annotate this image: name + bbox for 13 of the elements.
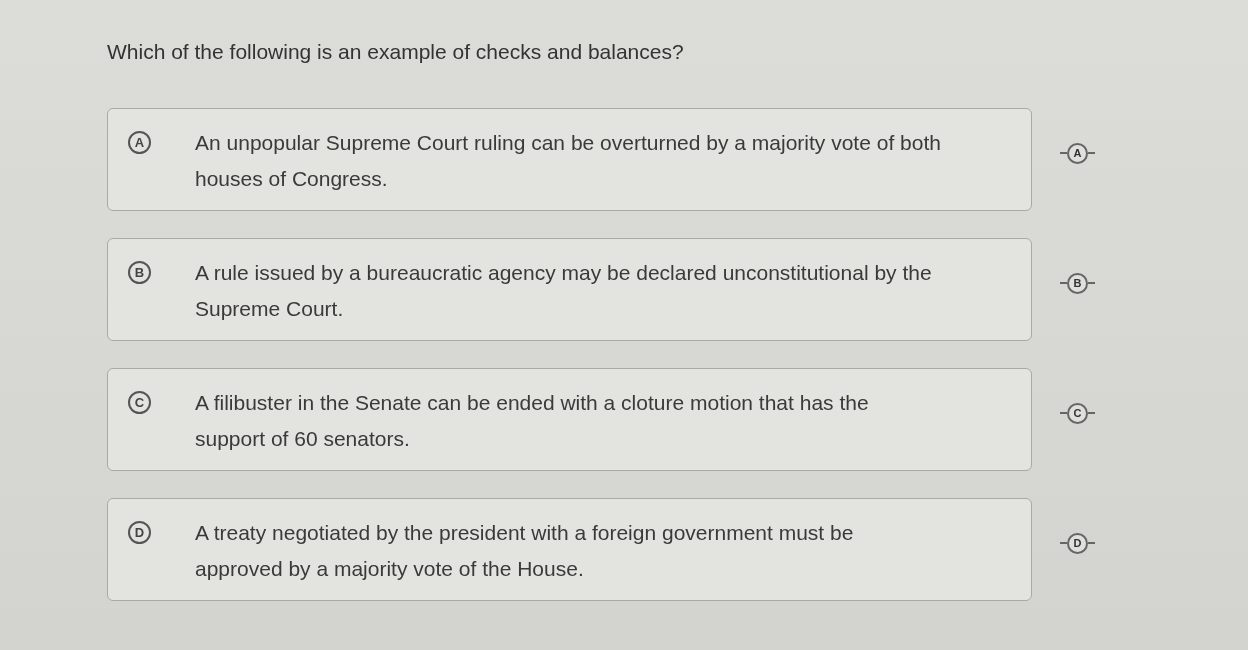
answer-option[interactable]: C A filibuster in the Senate can be ended with a cloture motion that has the support of 60 senators.	[107, 368, 1032, 471]
answer-option[interactable]: B A rule issued by a bureaucratic agency may be declared unconstitutional by the Supreme Court.	[107, 238, 1032, 341]
option-text: A treaty negotiated by the president with a foreign government must be approved by a majority vote of the House.	[195, 520, 854, 582]
choice-letter: D	[128, 521, 151, 544]
option-text: A rule issued by a bureaucratic agency may be declared unconstitutional by the Supreme Court.	[195, 260, 932, 322]
choice-letter: B	[128, 261, 151, 284]
answer-option[interactable]: A An unpopular Supreme Court ruling can be overturned by a majority vote of both houses of Congress.	[107, 108, 1032, 211]
option-text: A filibuster in the Senate can be ended with a cloture motion that has the support of 60 senators.	[195, 390, 869, 452]
option-text: An unpopular Supreme Court ruling can be overturned by a majority vote of both houses of Congress.	[195, 130, 941, 192]
question-text: Which of the following is an example of checks and balances?	[107, 39, 684, 65]
choice-letter: A	[128, 131, 151, 154]
answer-option[interactable]: D A treaty negotiated by the president with a foreign government must be approved by a majority vote of the House.	[107, 498, 1032, 601]
choice-letter: C	[128, 391, 151, 414]
